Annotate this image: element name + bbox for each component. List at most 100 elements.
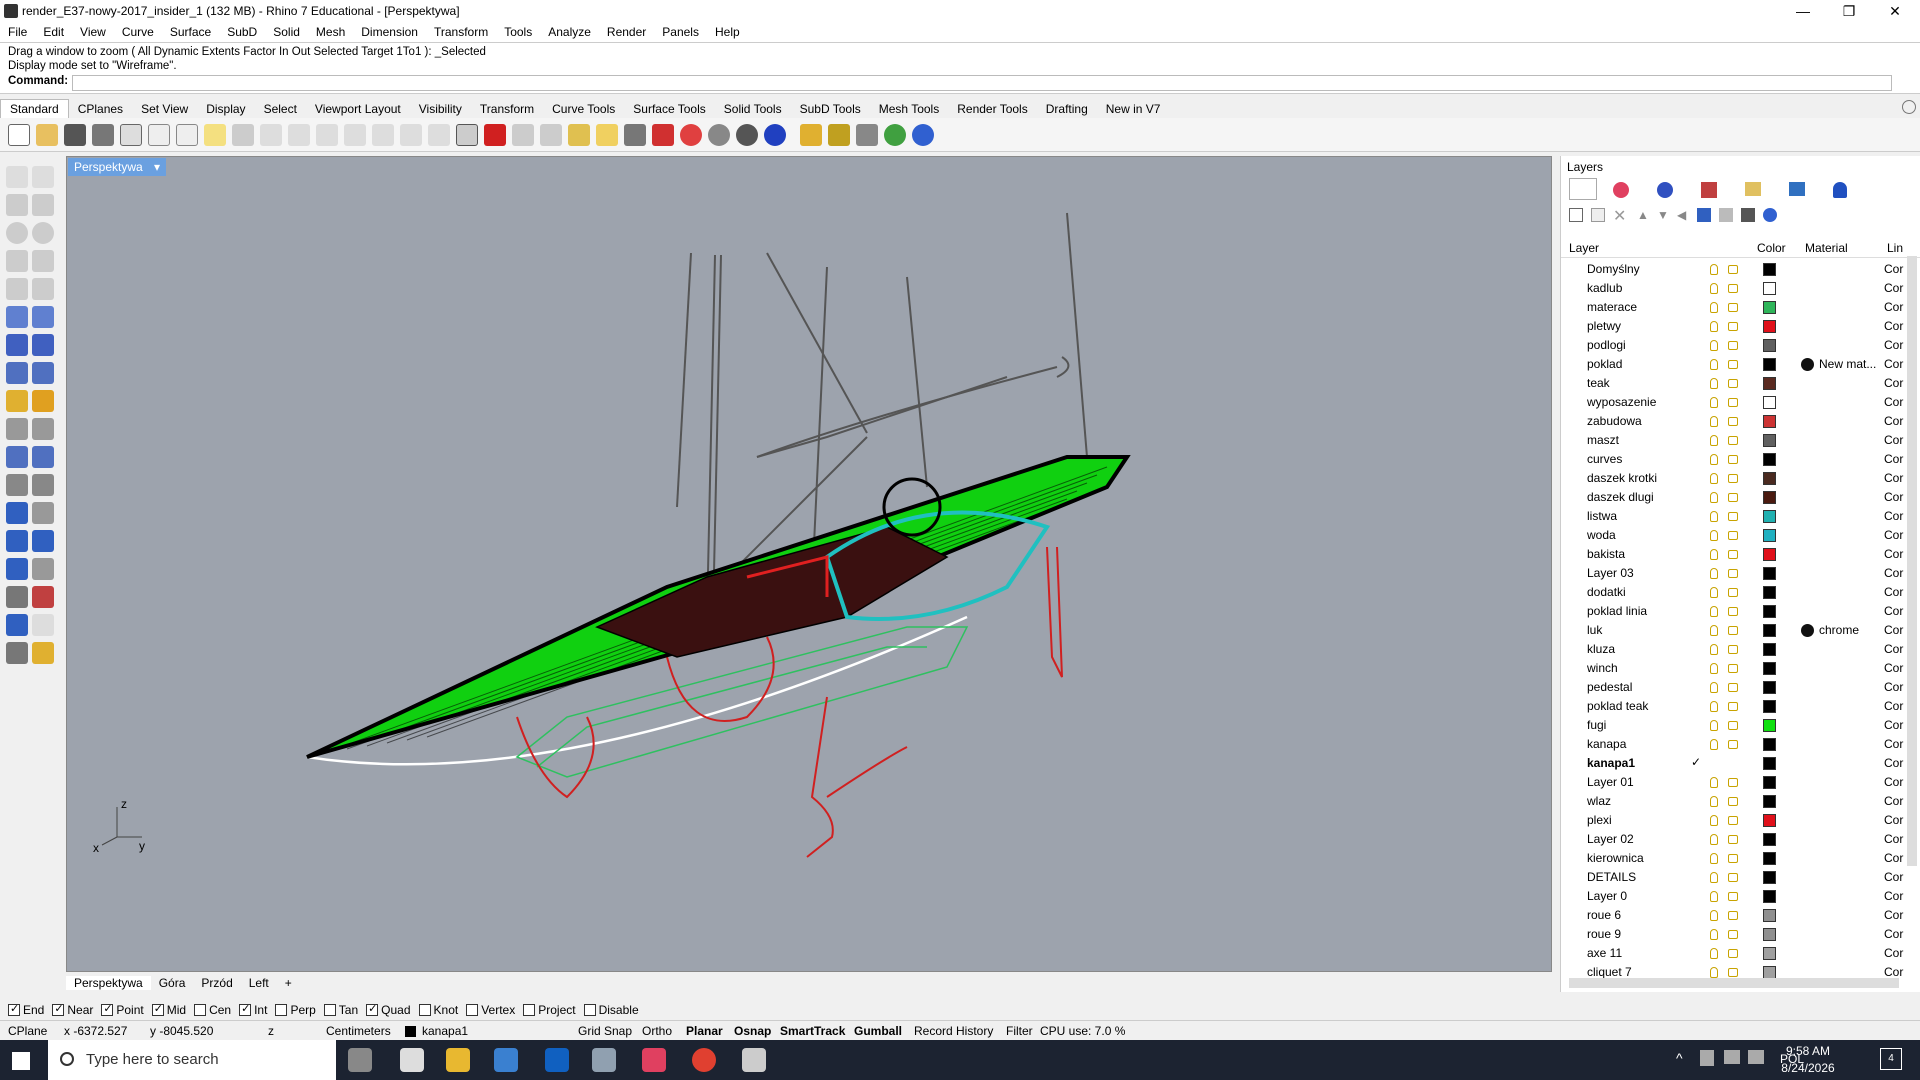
menu-panels[interactable]: Panels [654,25,707,39]
render-light-icon[interactable] [32,642,54,664]
zoom-selected-icon[interactable] [400,124,422,146]
move-up-icon[interactable]: ▲ [1637,208,1649,222]
layer-color-swatch[interactable] [1763,624,1776,637]
arc-icon[interactable] [6,278,28,300]
lock-icon[interactable] [1728,512,1738,521]
help-icon[interactable] [912,124,934,146]
layer-linetype[interactable]: Cor [1884,946,1903,960]
export-icon[interactable] [120,124,142,146]
layer-linetype[interactable]: Cor [1884,851,1903,865]
layer-linetype[interactable]: Cor [1884,813,1903,827]
layer-linetype[interactable]: Cor [1884,832,1903,846]
lock-icon[interactable] [1728,949,1738,958]
layer-row[interactable]: poklad teak Cor [1561,697,1911,716]
array-icon[interactable] [6,586,28,608]
visibility-bulb-icon[interactable] [1710,796,1718,807]
taskbar-search-input[interactable]: Type here to search [48,1040,336,1080]
layer-linetype[interactable]: Cor [1884,889,1903,903]
layer-color-swatch[interactable] [1763,719,1776,732]
new-sublayer-icon[interactable] [1591,208,1605,222]
lock-icon[interactable] [1728,892,1738,901]
visibility-bulb-icon[interactable] [1710,967,1718,978]
osnap-checkbox[interactable] [8,1002,20,1016]
copy-icon[interactable] [176,124,198,146]
layer-row[interactable]: zabudowa Cor [1561,412,1911,431]
column-layer[interactable]: Layer [1569,241,1599,255]
layer-row[interactable]: podlogi Cor [1561,336,1911,355]
visibility-bulb-icon[interactable] [1710,283,1718,294]
layer-row[interactable]: kadlub Cor [1561,279,1911,298]
text-icon[interactable] [6,502,28,524]
visibility-bulb-icon[interactable] [1710,701,1718,712]
dimension-icon[interactable] [856,124,878,146]
gumball-icon[interactable] [32,586,54,608]
visibility-bulb-icon[interactable] [1710,663,1718,674]
visibility-bulb-icon[interactable] [1710,720,1718,731]
lock-icon[interactable] [1728,816,1738,825]
light-bulb-icon[interactable] [596,124,618,146]
select-arrow-icon[interactable] [6,166,28,188]
move-down-icon[interactable]: ▼ [1657,208,1669,222]
visibility-bulb-icon[interactable] [1710,606,1718,617]
new-layer-icon[interactable] [1569,208,1583,222]
layer-linetype[interactable]: Cor [1884,908,1903,922]
osnap-checkbox[interactable] [366,1002,379,1016]
lock-icon[interactable] [624,124,646,146]
layer-row[interactable]: daszek krotki Cor [1561,469,1911,488]
layer-row[interactable]: fugi Cor [1561,716,1911,735]
layer-linetype[interactable]: Cor [1884,661,1903,675]
layer-color-swatch[interactable] [1763,928,1776,941]
paste-icon[interactable] [204,124,226,146]
layer-color-swatch[interactable] [1763,871,1776,884]
planar-toggle[interactable]: Planar [686,1024,723,1038]
layer-color-swatch[interactable] [1763,282,1776,295]
display-tab-icon[interactable] [1701,182,1717,198]
visibility-bulb-icon[interactable] [1710,948,1718,959]
circle-icon[interactable] [6,222,28,244]
visibility-bulb-icon[interactable] [1710,473,1718,484]
grid-icon[interactable] [540,124,562,146]
menu-mesh[interactable]: Mesh [308,25,353,39]
layer-linetype[interactable]: Cor [1884,509,1903,523]
lock-icon[interactable] [1728,360,1738,369]
viewport-title-tab[interactable]: Perspektywa ▾ [68,158,167,176]
new-file-icon[interactable] [8,124,30,146]
layer-color-swatch[interactable] [1763,738,1776,751]
shaded-sphere-icon[interactable] [708,124,730,146]
menu-file[interactable]: File [0,25,35,39]
car-icon[interactable] [484,124,506,146]
layer-row[interactable]: daszek dlugi Cor [1561,488,1911,507]
layer-linetype[interactable]: Cor [1884,718,1903,732]
lock-icon[interactable] [1728,683,1738,692]
layer-row[interactable]: Layer 0 Cor [1561,887,1911,906]
visibility-bulb-icon[interactable] [1710,910,1718,921]
notifications-tab-icon[interactable] [1833,182,1847,198]
lights-icon[interactable] [6,390,28,412]
materials-tab-icon[interactable] [1657,182,1673,198]
notification-center-icon[interactable]: 4 [1880,1048,1902,1070]
layer-states-icon[interactable] [1719,208,1733,222]
chevron-down-icon[interactable]: ▾ [154,160,160,174]
layer-color-swatch[interactable] [1763,814,1776,827]
layer-row[interactable]: maszt Cor [1561,431,1911,450]
menu-edit[interactable]: Edit [35,25,72,39]
tab-viewport-layout[interactable]: Viewport Layout [306,100,410,118]
filter-toggle[interactable]: Filter [1006,1024,1033,1038]
tab-curve-tools[interactable]: Curve Tools [543,100,624,118]
layer-color-swatch[interactable] [1763,662,1776,675]
layer-row[interactable]: roue 9 Cor [1561,925,1911,944]
layer-color-swatch[interactable] [1763,377,1776,390]
menu-analyze[interactable]: Analyze [540,25,599,39]
visibility-bulb-icon[interactable] [1710,416,1718,427]
distance-icon[interactable] [32,558,54,580]
lock-icon[interactable] [1728,341,1738,350]
lock-icon[interactable] [1728,455,1738,464]
layer-row[interactable]: luk chrome Cor [1561,621,1911,640]
layer-linetype[interactable]: Cor [1884,756,1903,770]
visibility-bulb-icon[interactable] [1710,511,1718,522]
tools-icon[interactable] [1741,208,1755,222]
menu-surface[interactable]: Surface [162,25,219,39]
menu-view[interactable]: View [72,25,114,39]
minimize-button[interactable]: — [1780,0,1826,22]
visibility-bulb-icon[interactable] [1710,549,1718,560]
